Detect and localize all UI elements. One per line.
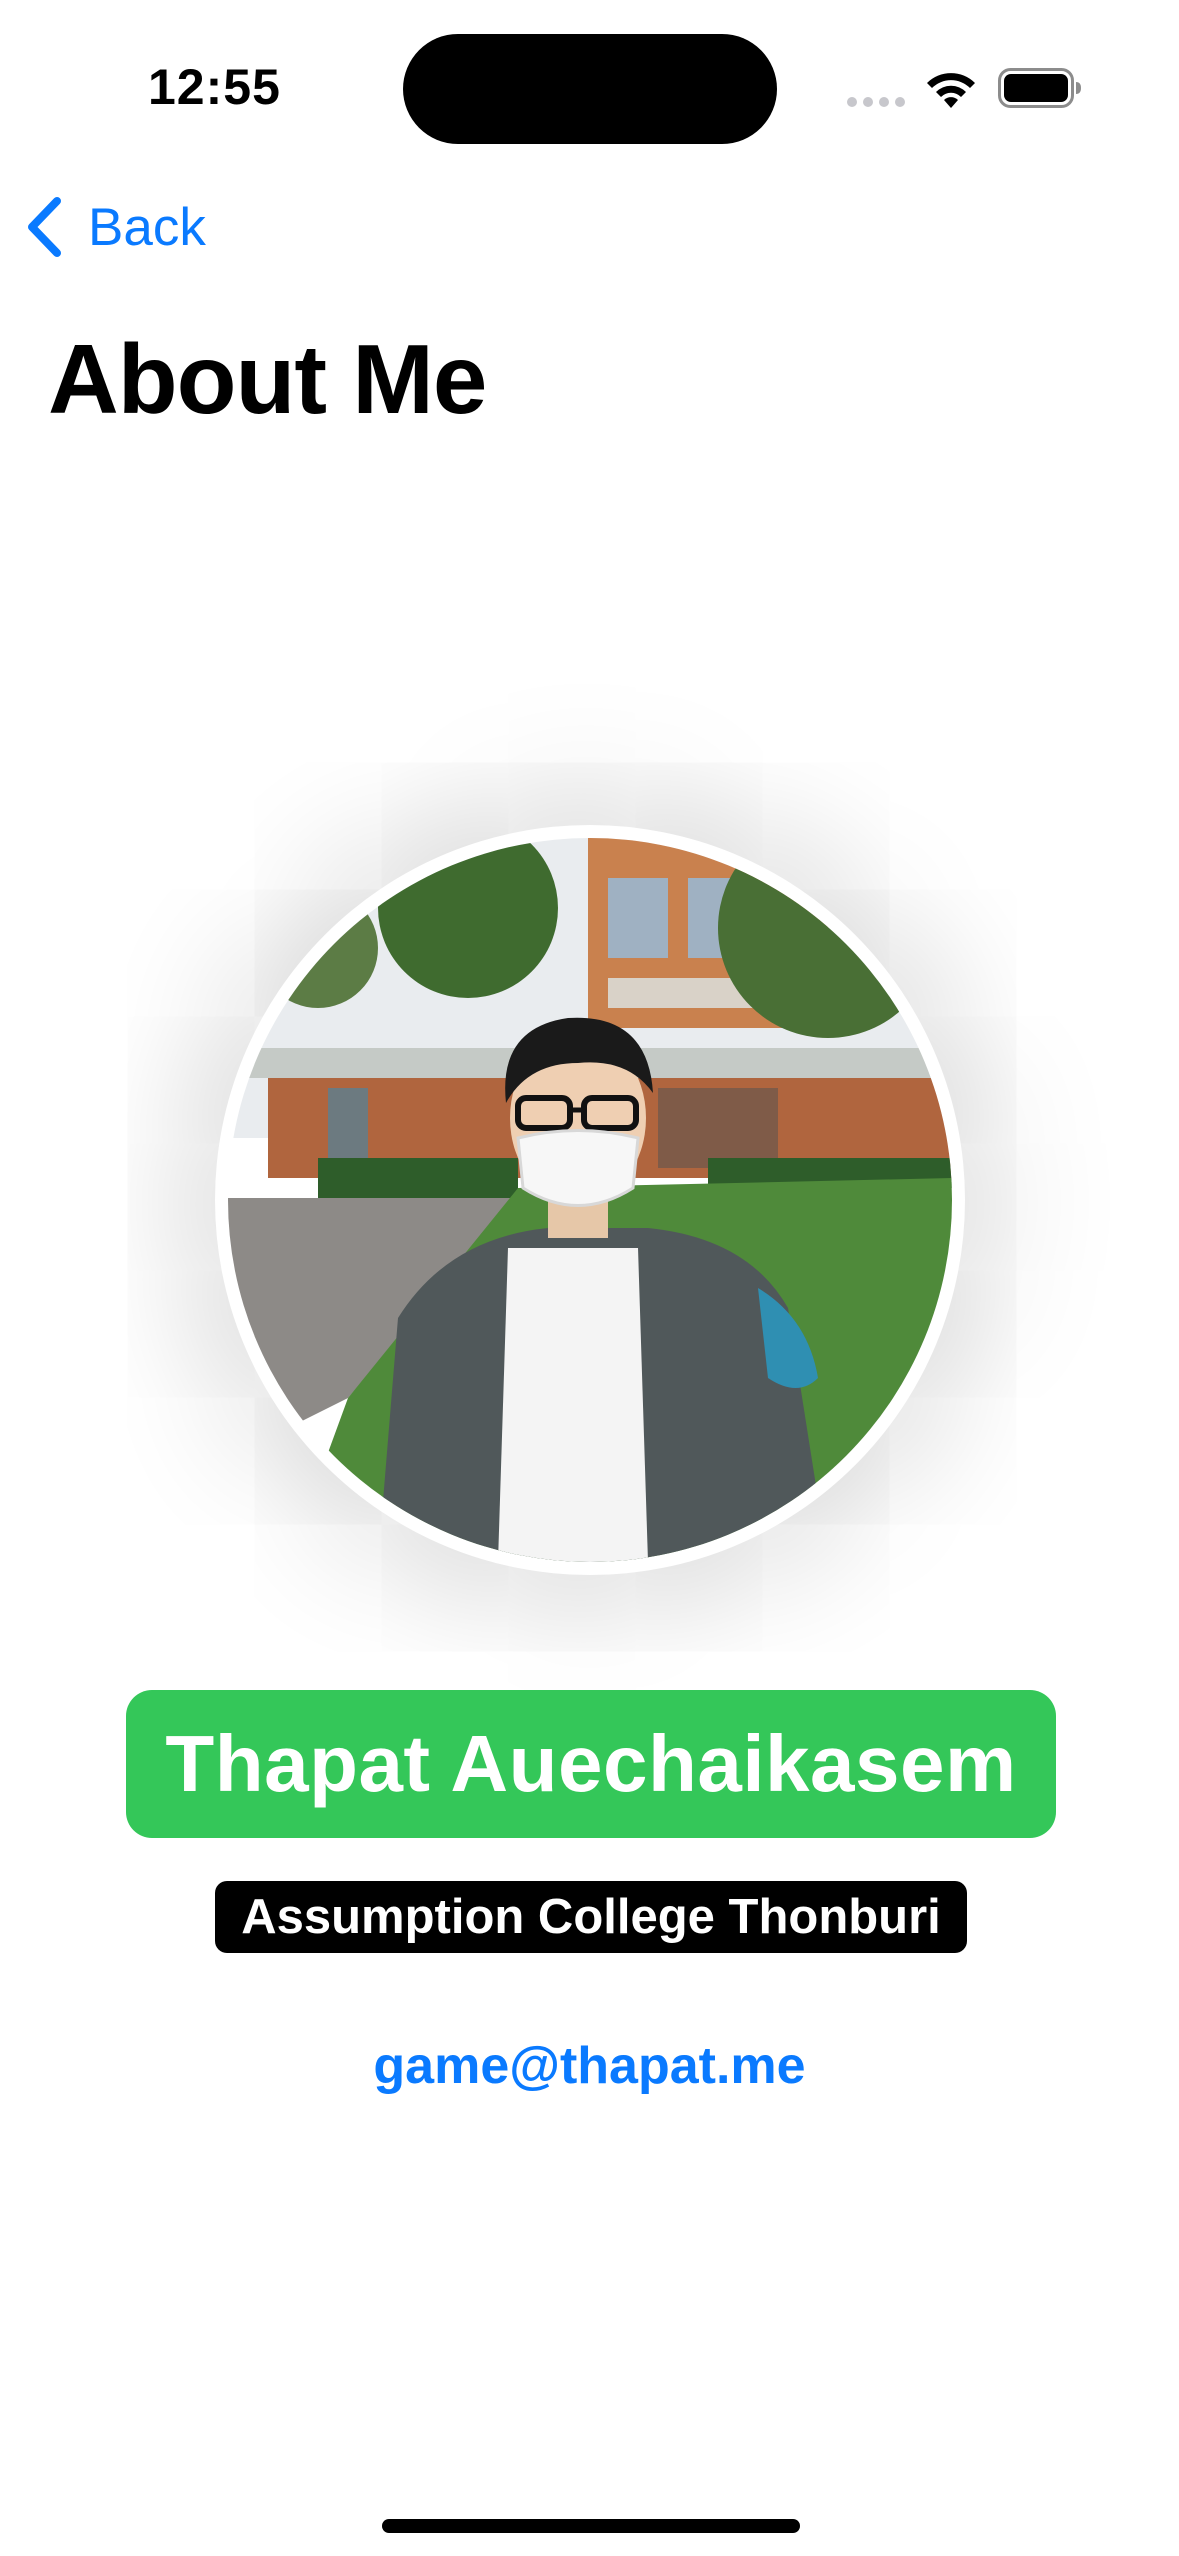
school-badge: Assumption College Thonburi bbox=[215, 1881, 967, 1953]
battery-icon bbox=[998, 68, 1081, 108]
cellular-signal-icon bbox=[847, 97, 905, 107]
chevron-left-icon bbox=[28, 197, 61, 257]
name-badge: Thapat Auechaikasem bbox=[126, 1690, 1056, 1838]
profile-school: Assumption College Thonburi bbox=[241, 1890, 941, 1944]
page-title: About Me bbox=[48, 324, 487, 434]
wifi-icon bbox=[927, 73, 975, 108]
status-time: 12:55 bbox=[148, 59, 281, 115]
dynamic-island bbox=[403, 34, 777, 144]
avatar-frame bbox=[215, 825, 965, 1575]
profile-photo bbox=[228, 838, 952, 1562]
back-button[interactable]: Back bbox=[24, 192, 206, 262]
profile-name: Thapat Auechaikasem bbox=[165, 1719, 1017, 1808]
email-link[interactable]: game@thapat.me bbox=[0, 2036, 1179, 2096]
back-label: Back bbox=[88, 197, 206, 257]
home-indicator[interactable] bbox=[382, 2519, 800, 2533]
